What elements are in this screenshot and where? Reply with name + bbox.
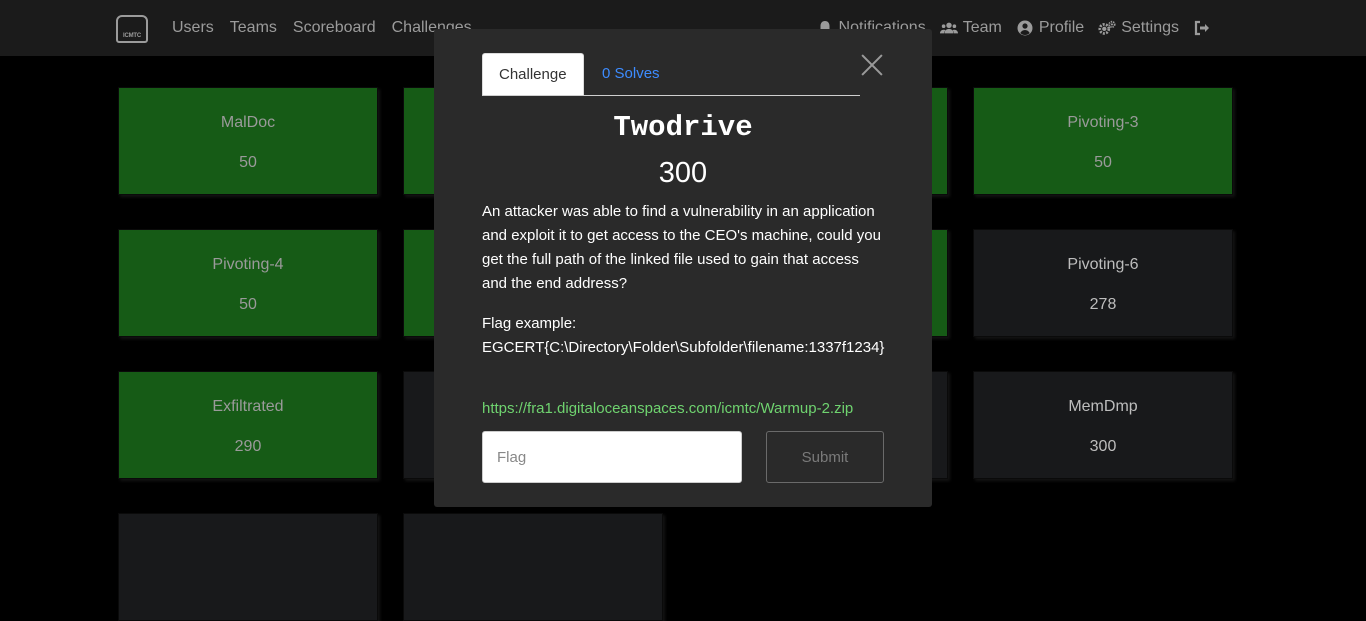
tile-value: 50 <box>239 296 257 313</box>
challenge-tile-pivoting-3[interactable]: Pivoting-3 50 <box>973 87 1233 195</box>
tab-challenge[interactable]: Challenge <box>482 53 584 95</box>
flag-example-value: EGCERT{C:\Directory\Folder\Subfolder\fil… <box>482 339 885 356</box>
users-icon <box>939 22 958 34</box>
user-circle-icon <box>1017 20 1033 36</box>
submit-button[interactable]: Submit <box>766 431 884 483</box>
tile-value: 50 <box>239 154 257 171</box>
challenge-tile-maldoc[interactable]: MalDoc 50 <box>118 87 378 195</box>
tile-value: 278 <box>1089 296 1117 313</box>
challenge-tile-pivoting-6[interactable]: Pivoting-6 278 <box>973 229 1233 337</box>
site-logo[interactable]: ICMTC <box>116 15 148 43</box>
challenge-tile-hidden[interactable] <box>118 513 378 621</box>
nav-users[interactable]: Users <box>172 19 214 37</box>
nav-logout[interactable] <box>1193 20 1216 36</box>
nav-settings[interactable]: Settings <box>1098 19 1179 37</box>
logout-icon <box>1194 20 1209 36</box>
challenge-modal: Challenge 0 Solves Twodrive 300 An attac… <box>434 29 932 507</box>
challenge-value: 300 <box>658 157 708 189</box>
tile-name: Pivoting-3 <box>1067 114 1139 131</box>
challenge-tile-memdmp[interactable]: MemDmp 300 <box>973 371 1233 479</box>
tile-name: Pivoting-4 <box>212 256 284 273</box>
flag-example-label: Flag example: <box>482 315 577 332</box>
nav-teams[interactable]: Teams <box>230 19 277 37</box>
tab-solves[interactable]: 0 Solves <box>586 53 676 94</box>
tile-name: Pivoting-6 <box>1067 256 1139 273</box>
cogs-icon <box>1098 20 1116 35</box>
tile-value: 290 <box>234 438 262 455</box>
tile-name: MalDoc <box>220 114 276 131</box>
challenge-file-link[interactable]: https://fra1.digitaloceanspaces.com/icmt… <box>482 400 853 417</box>
nav-scoreboard[interactable]: Scoreboard <box>293 19 376 37</box>
challenge-tile-hidden[interactable] <box>403 513 663 621</box>
modal-tabs: Challenge 0 Solves <box>482 53 860 96</box>
nav-settings-label: Settings <box>1121 19 1179 36</box>
nav-team-label: Team <box>962 19 1002 36</box>
close-icon[interactable] <box>860 53 884 77</box>
nav-profile[interactable]: Profile <box>1016 19 1084 37</box>
nav-team[interactable]: Team <box>939 19 1002 37</box>
tile-value: 50 <box>1094 154 1112 171</box>
tile-name: Exfiltrated <box>212 398 284 415</box>
challenge-tile-exfiltrated[interactable]: Exfiltrated 290 <box>118 371 378 479</box>
challenge-tile-pivoting-4[interactable]: Pivoting-4 50 <box>118 229 378 337</box>
flag-input[interactable] <box>482 431 742 483</box>
flag-example: Flag example: EGCERT{C:\Directory\Folder… <box>482 312 892 360</box>
logo-text: ICMTC <box>123 33 141 39</box>
tile-value: 300 <box>1089 438 1117 455</box>
tile-name: MemDmp <box>1068 398 1138 415</box>
challenge-title: Twodrive <box>613 111 753 144</box>
nav-profile-label: Profile <box>1038 19 1085 36</box>
challenge-description: An attacker was able to find a vulnerabi… <box>482 203 881 292</box>
